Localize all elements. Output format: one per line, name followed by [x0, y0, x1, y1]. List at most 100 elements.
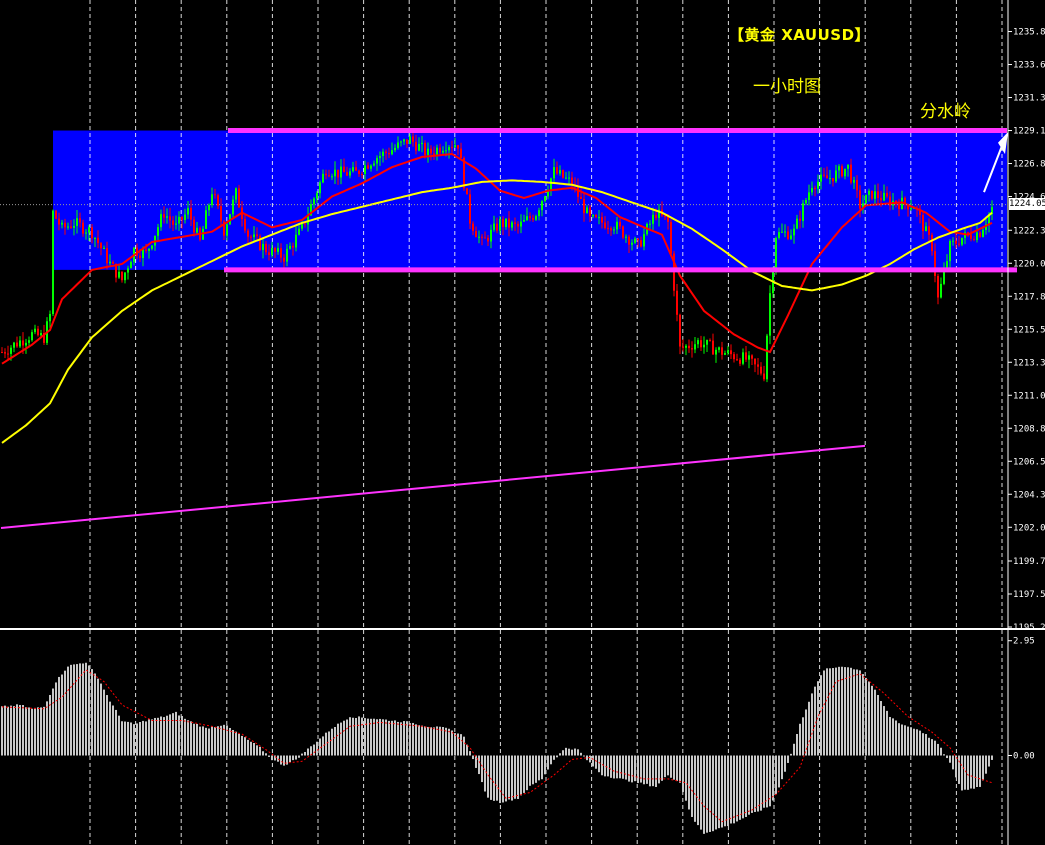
macd-bar — [454, 733, 456, 756]
macd-bar — [832, 668, 834, 756]
candle-body — [280, 248, 282, 258]
candle-body — [376, 158, 378, 164]
macd-bar — [253, 742, 255, 756]
macd-bar — [442, 726, 444, 756]
candle-body — [274, 247, 276, 252]
macd-bar — [880, 701, 882, 756]
candle-body — [517, 223, 519, 227]
macd-bar — [694, 755, 696, 822]
candle-body — [55, 210, 57, 219]
macd-bar — [922, 733, 924, 756]
macd-bar — [334, 727, 336, 756]
macd-bar — [178, 715, 180, 756]
macd-bar — [892, 718, 894, 756]
candle-body — [766, 335, 768, 380]
candle-body — [937, 275, 939, 298]
macd-bar — [772, 755, 774, 801]
macd-bar — [745, 755, 747, 817]
candle-body — [271, 247, 273, 256]
candle-body — [856, 179, 858, 191]
candle-body — [436, 147, 438, 155]
candle-body — [619, 221, 621, 227]
candle-body — [268, 252, 270, 256]
candle-body — [817, 181, 819, 189]
candle-body — [781, 231, 783, 233]
macd-bar — [82, 663, 84, 756]
macd-bar — [136, 723, 138, 756]
candle-body — [91, 227, 93, 239]
macd-bar — [637, 755, 639, 784]
macd-bar — [502, 755, 504, 803]
candle-body — [316, 193, 318, 199]
candle-body — [601, 217, 603, 223]
macd-bar — [385, 719, 387, 756]
candle-body — [364, 165, 366, 175]
candle-body — [670, 221, 672, 254]
candle-body — [379, 155, 381, 159]
macd-bar — [679, 755, 681, 783]
candle-body — [739, 359, 741, 364]
macd-bar — [280, 755, 282, 765]
macd-bar — [481, 755, 483, 783]
candle-body — [73, 225, 75, 228]
y-tick-label: 1217.80 — [1013, 292, 1045, 302]
candle-body — [10, 347, 12, 354]
macd-bar — [328, 731, 330, 756]
candle-body — [442, 150, 444, 153]
macd-bar — [22, 705, 24, 756]
macd-bar — [181, 716, 183, 756]
candle-body — [523, 219, 525, 222]
candle-body — [697, 340, 699, 345]
macd-bar — [703, 755, 705, 834]
macd-bar — [421, 725, 423, 756]
candle-body — [25, 342, 27, 346]
macd-bar — [697, 755, 699, 826]
macd-bar — [214, 727, 216, 756]
candle-body — [481, 236, 483, 238]
macd-bar — [814, 686, 816, 756]
candle-body — [475, 230, 477, 238]
candle-body — [178, 216, 180, 224]
macd-bar — [514, 755, 516, 799]
candle-body — [595, 215, 597, 218]
macd-bar — [478, 755, 480, 775]
candle-body — [283, 257, 285, 262]
y-tick-label: 1233.60 — [1013, 61, 1045, 71]
candle-body — [976, 232, 978, 241]
candle-body — [622, 226, 624, 238]
y-tick-label: 1208.80 — [1013, 424, 1045, 434]
macd-bar — [622, 755, 624, 779]
macd-bar — [403, 721, 405, 756]
macd-bar — [979, 755, 981, 787]
candle-body — [799, 218, 801, 221]
macd-bar — [910, 727, 912, 756]
candle-body — [445, 150, 447, 152]
candle-body — [688, 345, 690, 349]
candle-body — [187, 207, 189, 215]
candle-body — [703, 344, 705, 348]
macd-bar — [874, 689, 876, 756]
macd-bar — [430, 727, 432, 756]
macd-bar — [556, 755, 558, 758]
macd-bar — [337, 723, 339, 756]
trend-line — [0, 444, 866, 529]
macd-bar — [685, 755, 687, 801]
macd-bar — [625, 755, 627, 780]
macd-bar — [811, 693, 813, 756]
candle-body — [409, 136, 411, 144]
macd-bar — [991, 755, 993, 760]
candle-body — [910, 208, 912, 210]
macd-bar — [409, 723, 411, 756]
macd-bar — [532, 755, 534, 785]
macd-bar — [943, 754, 945, 756]
macd-bar — [88, 665, 90, 756]
candle-body — [529, 216, 531, 218]
macd-bar — [613, 755, 615, 779]
candle-body — [226, 224, 228, 236]
range-box — [53, 130, 1007, 270]
candle-body — [385, 151, 387, 153]
macd-bar — [160, 716, 162, 756]
macd-bar — [793, 743, 795, 756]
candle-body — [469, 194, 471, 224]
macd-bar — [940, 747, 942, 756]
